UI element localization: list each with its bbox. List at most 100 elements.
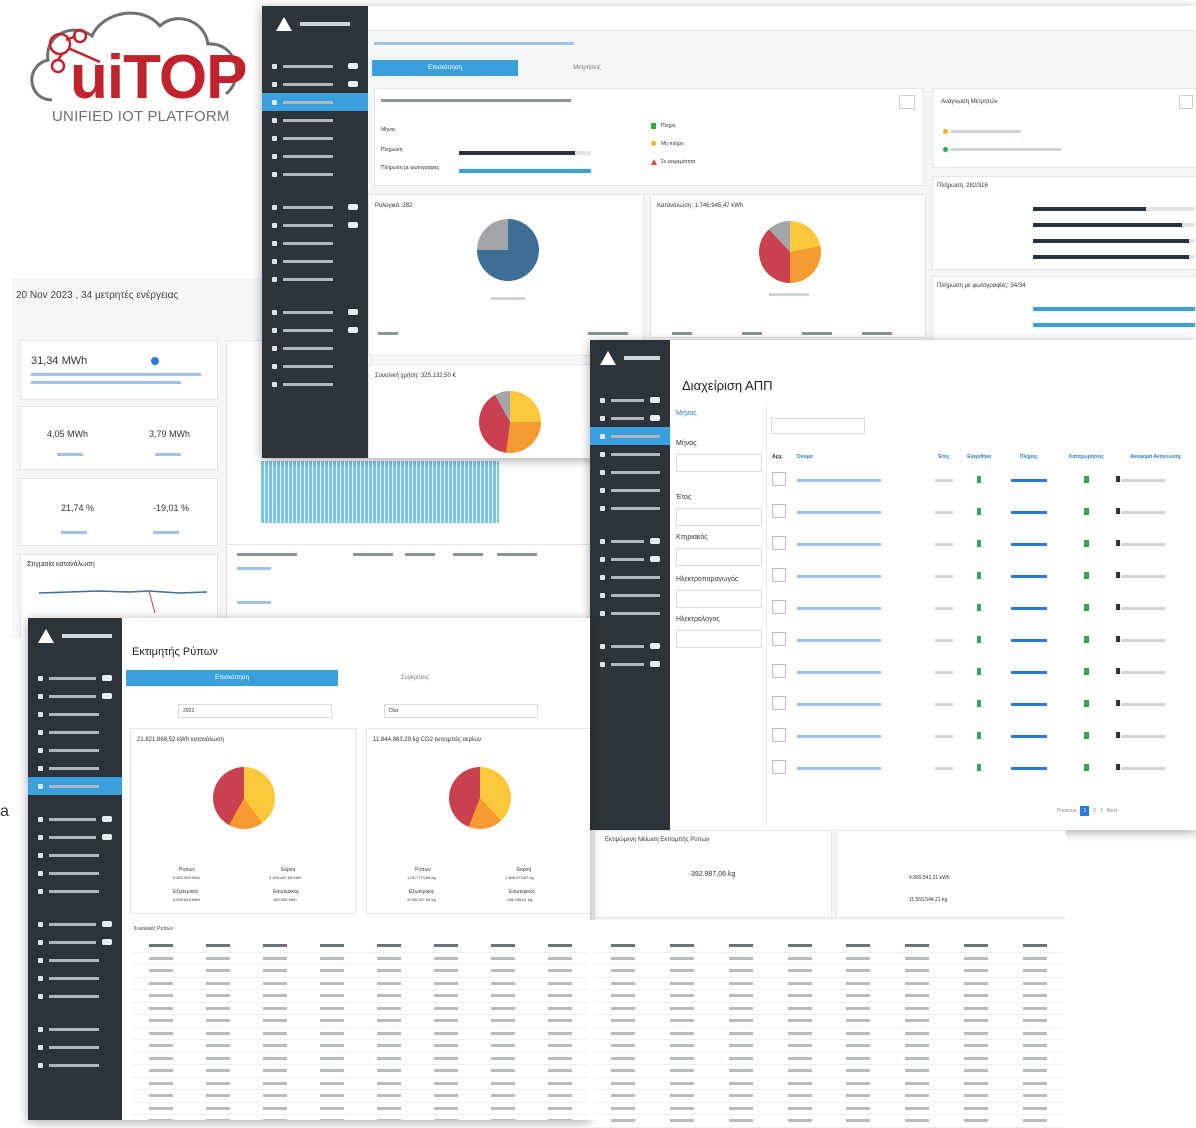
breadcrumb[interactable] bbox=[374, 42, 574, 45]
sidebar-item[interactable] bbox=[262, 198, 368, 216]
sidebar-item[interactable] bbox=[28, 759, 122, 777]
sidebar-item-active[interactable] bbox=[262, 93, 368, 111]
year-select[interactable]: 2023 bbox=[178, 704, 332, 718]
sidebar-item[interactable] bbox=[262, 111, 368, 129]
sidebar-item[interactable] bbox=[28, 741, 122, 759]
category-select[interactable]: Όλα bbox=[384, 704, 538, 718]
sidebar-item-active[interactable] bbox=[590, 427, 670, 445]
sidebar-item[interactable] bbox=[262, 339, 368, 357]
table-row[interactable] bbox=[771, 656, 1196, 688]
tab-measurements[interactable]: Μετρήσεις bbox=[522, 60, 652, 76]
table-row[interactable] bbox=[771, 528, 1196, 560]
report-download-icon[interactable] bbox=[1115, 572, 1120, 578]
report-download-icon[interactable] bbox=[1115, 764, 1120, 770]
pager-next[interactable]: Next bbox=[1107, 808, 1117, 814]
sidebar-item[interactable] bbox=[262, 375, 368, 393]
table-row[interactable] bbox=[771, 720, 1196, 752]
sidebar-item[interactable] bbox=[262, 252, 368, 270]
download-icon[interactable] bbox=[772, 632, 786, 646]
sidebar-item-active[interactable] bbox=[28, 777, 122, 795]
sidebar-item[interactable] bbox=[28, 951, 122, 969]
tab-overview[interactable]: Επισκόπηση bbox=[126, 670, 338, 686]
sidebar-item[interactable] bbox=[262, 270, 368, 288]
tab-overview[interactable]: Επισκόπηση bbox=[372, 60, 518, 76]
sidebar-item[interactable] bbox=[28, 864, 122, 882]
report-download-icon[interactable] bbox=[1115, 476, 1120, 482]
sidebar-item[interactable] bbox=[262, 165, 368, 183]
sidebar-item[interactable] bbox=[590, 586, 670, 604]
col-header[interactable]: Πλήρης bbox=[1000, 450, 1059, 464]
report-download-icon[interactable] bbox=[1115, 700, 1120, 706]
sidebar-item[interactable] bbox=[28, 1038, 122, 1056]
pager-page[interactable]: 3 bbox=[1100, 808, 1103, 814]
filter-building-select[interactable] bbox=[676, 548, 762, 566]
filter-year-select[interactable] bbox=[676, 508, 762, 526]
sidebar-item[interactable] bbox=[28, 933, 122, 951]
col-header[interactable]: Αρχ. bbox=[771, 450, 796, 464]
filter-month-select[interactable] bbox=[676, 454, 762, 472]
sidebar-item[interactable] bbox=[590, 568, 670, 586]
table-row[interactable] bbox=[771, 624, 1196, 656]
sidebar-item[interactable] bbox=[262, 303, 368, 321]
sidebar-item[interactable] bbox=[28, 1056, 122, 1074]
col-header[interactable]: Εγκρίθηκε bbox=[959, 450, 1000, 464]
sidebar-item[interactable] bbox=[28, 828, 122, 846]
download-icon[interactable] bbox=[772, 728, 786, 742]
pager-page[interactable]: 2 bbox=[1093, 808, 1096, 814]
col-header[interactable]: Όνομα bbox=[796, 450, 929, 464]
pager-page-active[interactable]: 1 bbox=[1080, 806, 1090, 816]
sidebar-item[interactable] bbox=[28, 969, 122, 987]
sidebar-item[interactable] bbox=[590, 532, 670, 550]
report-download-icon[interactable] bbox=[1115, 604, 1120, 610]
sidebar-item[interactable] bbox=[28, 882, 122, 900]
download-icon[interactable] bbox=[772, 600, 786, 614]
sidebar-item[interactable] bbox=[28, 705, 122, 723]
table-row[interactable] bbox=[771, 560, 1196, 592]
sidebar-item[interactable] bbox=[590, 655, 670, 673]
filter-electrician-select[interactable] bbox=[676, 630, 762, 648]
table-row[interactable] bbox=[771, 592, 1196, 624]
download-icon[interactable] bbox=[772, 760, 786, 774]
sidebar-item[interactable] bbox=[590, 499, 670, 517]
sidebar-item[interactable] bbox=[28, 669, 122, 687]
download-icon[interactable] bbox=[772, 536, 786, 550]
download-icon[interactable] bbox=[772, 504, 786, 518]
report-download-icon[interactable] bbox=[1115, 540, 1120, 546]
table-row[interactable] bbox=[771, 688, 1196, 720]
sidebar-item[interactable] bbox=[590, 409, 670, 427]
sidebar-item[interactable] bbox=[28, 810, 122, 828]
download-icon[interactable] bbox=[772, 696, 786, 710]
sidebar-item[interactable] bbox=[262, 216, 368, 234]
filter-producer-select[interactable] bbox=[676, 590, 762, 608]
sidebar-item[interactable] bbox=[590, 445, 670, 463]
sidebar-item[interactable] bbox=[590, 637, 670, 655]
table-row[interactable] bbox=[771, 752, 1196, 784]
report-download-icon[interactable] bbox=[1115, 668, 1120, 674]
sidebar-item[interactable] bbox=[28, 687, 122, 705]
download-icon[interactable] bbox=[772, 664, 786, 678]
table-length-select[interactable] bbox=[771, 418, 865, 434]
sidebar-item[interactable] bbox=[28, 987, 122, 1005]
tab-compare[interactable]: Συγκρίσεις bbox=[340, 670, 490, 686]
sidebar-item[interactable] bbox=[28, 723, 122, 741]
download-button[interactable] bbox=[1179, 95, 1193, 109]
sidebar-item[interactable] bbox=[262, 234, 368, 252]
download-icon[interactable] bbox=[772, 472, 786, 486]
table-row[interactable] bbox=[771, 464, 1196, 496]
sidebar-item[interactable] bbox=[28, 846, 122, 864]
sidebar-item[interactable] bbox=[590, 481, 670, 499]
sidebar-item[interactable] bbox=[28, 1020, 122, 1038]
sidebar-item[interactable] bbox=[262, 57, 368, 75]
sidebar-item[interactable] bbox=[590, 391, 670, 409]
info-icon[interactable] bbox=[151, 357, 159, 365]
sidebar-item[interactable] bbox=[590, 550, 670, 568]
sidebar-item[interactable] bbox=[590, 604, 670, 622]
col-header[interactable]: Αναφορά Ανάγνωσης bbox=[1115, 450, 1196, 464]
table-row[interactable] bbox=[771, 496, 1196, 528]
sidebar-item[interactable] bbox=[262, 147, 368, 165]
sidebar-item[interactable] bbox=[262, 75, 368, 93]
report-download-icon[interactable] bbox=[1115, 732, 1120, 738]
download-icon[interactable] bbox=[772, 568, 786, 582]
sidebar-item[interactable] bbox=[590, 463, 670, 481]
sidebar-item[interactable] bbox=[262, 357, 368, 375]
